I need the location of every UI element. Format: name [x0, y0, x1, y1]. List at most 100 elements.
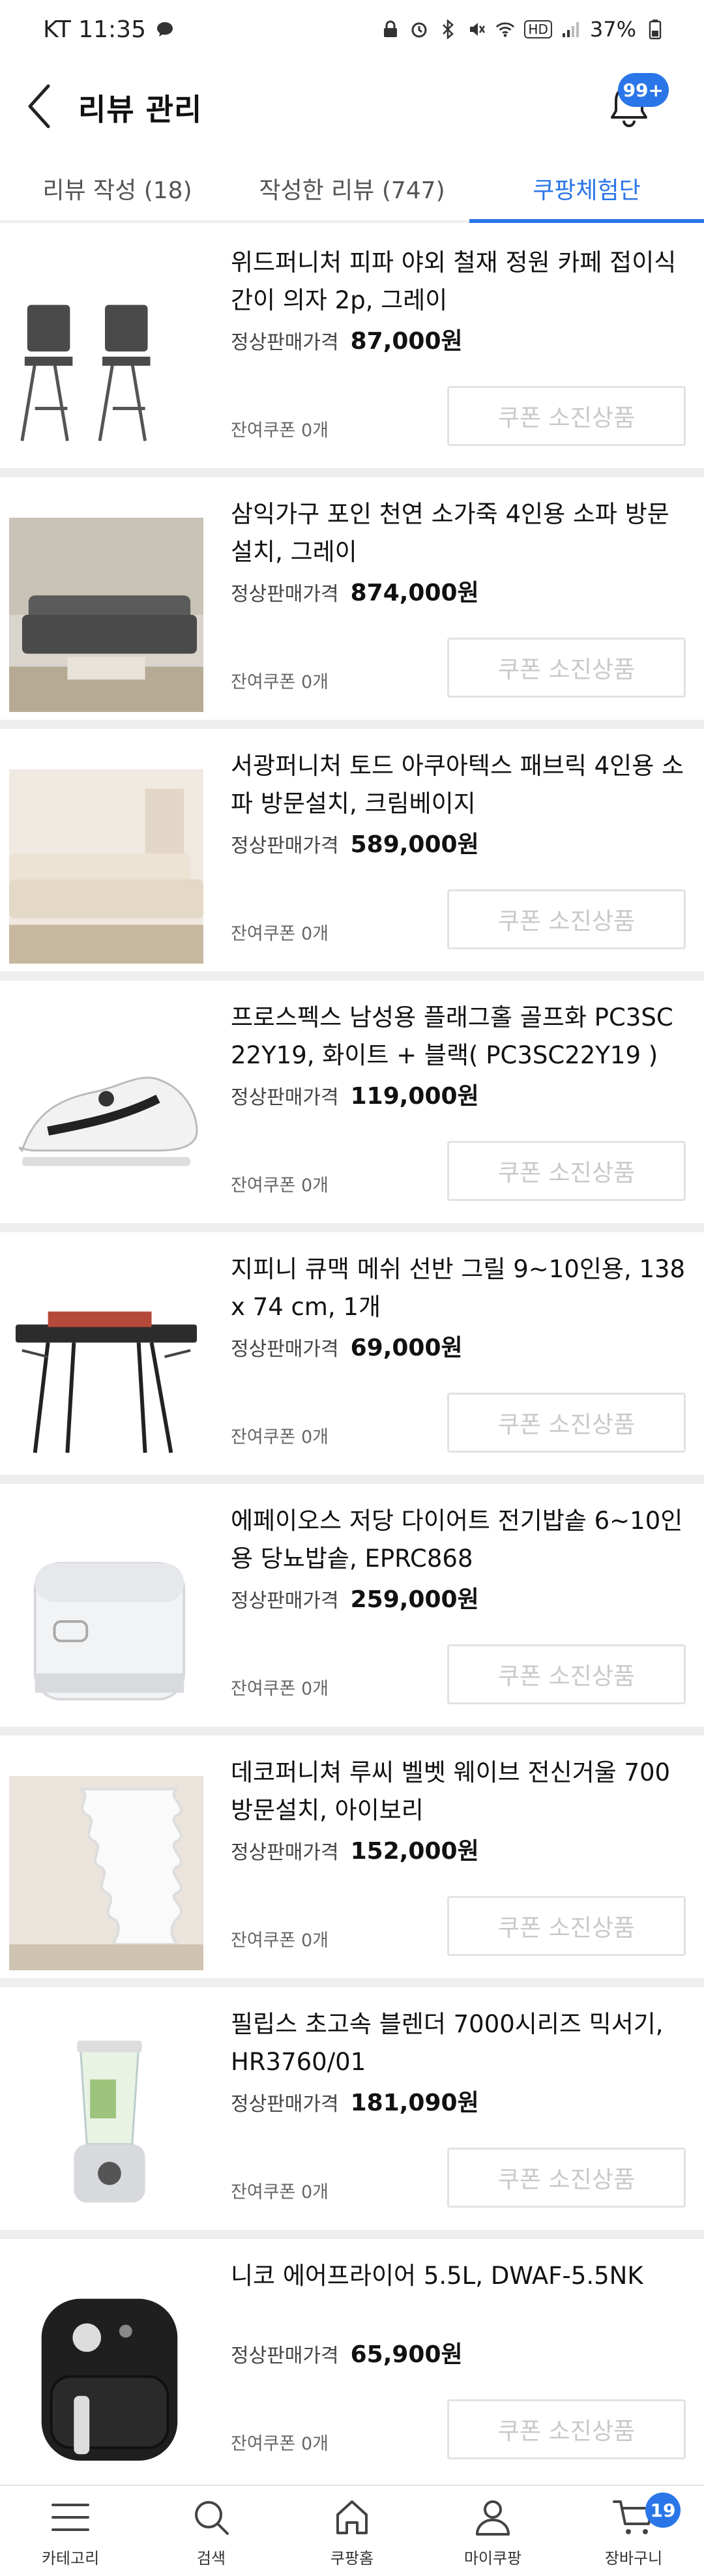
product-card[interactable]: 에페이오스 저당 다이어트 전기밥솥 6~10인용 당뇨밥솥, EPRC868 정…	[0, 1484, 704, 1726]
coupon-exhausted-button[interactable]: 쿠폰 소진상품	[447, 2399, 686, 2459]
bottom-navigation: 카테고리 검색 쿠팡홈 마이쿠팡 장바구니 19	[0, 2485, 704, 2576]
remaining-coupon-text: 잔여쿠폰 0개	[231, 421, 329, 441]
nav-my-coupang[interactable]: 마이쿠팡	[422, 2486, 563, 2576]
product-name[interactable]: 삼익가구 포인 천연 소가죽 4인용 소파 방문설치, 그레이	[231, 496, 687, 571]
price-label: 정상판매가격	[231, 1841, 339, 1864]
status-carrier-time: KT 11:35	[43, 16, 146, 43]
coupon-exhausted-button[interactable]: 쿠폰 소진상품	[447, 1644, 686, 1704]
notification-button[interactable]: 99+	[593, 72, 669, 143]
tab-experience-group[interactable]: 쿠팡체험단	[469, 156, 704, 223]
product-thumbnail[interactable]	[9, 2028, 203, 2222]
product-name[interactable]: 데코퍼니쳐 루씨 벨벳 웨이브 전신거울 700 방문설치, 아이보리	[231, 1754, 687, 1829]
product-name[interactable]: 서광퍼니처 토드 아쿠아텍스 패브릭 4인용 소파 방문설치, 크림베이지	[231, 747, 687, 823]
product-card[interactable]: 데코퍼니쳐 루씨 벨벳 웨이브 전신거울 700 방문설치, 아이보리정상판매가…	[0, 1736, 704, 1978]
status-left: KT 11:35	[43, 16, 175, 43]
product-name[interactable]: 에페이오스 저당 다이어트 전기밥솥 6~10인용 당뇨밥솥, EPRC868	[231, 1502, 687, 1578]
price-label: 정상판매가격	[231, 1086, 339, 1109]
page-title: 리뷰 관리	[78, 92, 203, 127]
product-price-row: 정상판매가격 69,000원	[231, 1329, 463, 1363]
remaining-coupon-text: 잔여쿠폰 0개	[231, 1931, 329, 1951]
review-tabs: 리뷰 작성 (18) 작성한 리뷰 (747) 쿠팡체험단	[0, 156, 704, 223]
bluetooth-icon	[438, 20, 458, 39]
product-price: 874,000원	[350, 580, 479, 606]
hd-indicator: HD	[524, 20, 552, 38]
app-header: 리뷰 관리 99+	[0, 59, 704, 156]
coupon-exhausted-button[interactable]: 쿠폰 소진상품	[447, 2148, 686, 2208]
tab-written-reviews[interactable]: 작성한 리뷰 (747)	[235, 156, 469, 220]
product-card[interactable]: 필립스 초고속 블렌더 7000시리즈 믹서기, HR3760/01 정상판매가격…	[0, 1987, 704, 2230]
coupon-exhausted-button[interactable]: 쿠폰 소진상품	[447, 638, 686, 698]
product-thumbnail[interactable]	[9, 1524, 203, 1719]
remaining-coupon-text: 잔여쿠폰 0개	[231, 672, 329, 692]
mute-icon	[467, 20, 486, 39]
product-thumbnail[interactable]	[9, 1776, 203, 1970]
battery-percent: 37%	[589, 17, 636, 42]
lock-icon	[381, 20, 400, 39]
product-thumbnail[interactable]	[9, 266, 203, 460]
product-price-row: 정상판매가격 874,000원	[231, 574, 479, 608]
product-price-row: 정상판매가격 181,090원	[231, 2084, 479, 2118]
price-label: 정상판매가격	[231, 1338, 339, 1361]
product-price: 259,000원	[350, 1586, 479, 1613]
product-separator	[0, 720, 704, 729]
product-price: 589,000원	[350, 831, 479, 858]
product-price: 181,090원	[350, 2090, 479, 2116]
product-thumbnail[interactable]	[9, 518, 203, 712]
remaining-coupon-text: 잔여쿠폰 0개	[231, 2434, 329, 2454]
status-bar: KT 11:35 HD 37%	[0, 0, 704, 59]
price-label: 정상판매가격	[231, 583, 339, 606]
product-separator	[0, 2230, 704, 2239]
price-label: 정상판매가격	[231, 2093, 339, 2116]
coupon-exhausted-button[interactable]: 쿠폰 소진상품	[447, 1141, 686, 1201]
product-card[interactable]: 지피니 큐맥 메쉬 선반 그릴 9~10인용, 138 x 74 cm, 1개 정…	[0, 1232, 704, 1475]
signal-icon	[561, 20, 581, 39]
cart-badge: 19	[645, 2493, 681, 2528]
product-thumbnail[interactable]	[9, 2279, 203, 2474]
product-thumbnail[interactable]	[9, 769, 203, 964]
product-thumbnail[interactable]	[9, 1021, 203, 1215]
user-icon	[470, 2495, 516, 2540]
product-name[interactable]: 위드퍼니처 피파 야외 철재 정원 카페 접이식 간이 의자 2p, 그레이	[231, 244, 687, 319]
product-price: 152,000원	[350, 1838, 479, 1865]
price-label: 정상판매가격	[231, 1590, 339, 1612]
chevron-left-icon	[26, 83, 52, 132]
coupon-exhausted-button[interactable]: 쿠폰 소진상품	[447, 386, 686, 446]
product-separator	[0, 1475, 704, 1484]
coupon-exhausted-button[interactable]: 쿠폰 소진상품	[447, 1896, 686, 1956]
product-price: 65,900원	[350, 2341, 463, 2368]
product-card[interactable]: 서광퍼니처 토드 아쿠아텍스 패브릭 4인용 소파 방문설치, 크림베이지 정상판…	[0, 729, 704, 971]
nav-label: 카테고리	[41, 2549, 100, 2568]
product-price-row: 정상판매가격 589,000원	[231, 825, 479, 859]
nav-category[interactable]: 카테고리	[0, 2486, 141, 2576]
back-button[interactable]	[0, 59, 78, 156]
tab-write-review[interactable]: 리뷰 작성 (18)	[0, 156, 235, 220]
coupon-exhausted-button[interactable]: 쿠폰 소진상품	[447, 889, 686, 949]
nav-home[interactable]: 쿠팡홈	[282, 2486, 422, 2576]
product-name[interactable]: 지피니 큐맥 메쉬 선반 그릴 9~10인용, 138 x 74 cm, 1개	[231, 1251, 687, 1326]
nav-label: 쿠팡홈	[330, 2549, 374, 2568]
product-thumbnail[interactable]	[9, 1273, 203, 1467]
search-icon	[188, 2495, 234, 2540]
menu-icon	[48, 2495, 93, 2540]
nav-search[interactable]: 검색	[141, 2486, 282, 2576]
product-card[interactable]: 삼익가구 포인 천연 소가죽 4인용 소파 방문설치, 그레이정상판매가격 874…	[0, 477, 704, 720]
product-name[interactable]: 프로스펙스 남성용 플래그홀 골프화 PC3SC22Y19, 화이트 + 블랙(…	[231, 999, 687, 1074]
price-label: 정상판매가격	[231, 2345, 339, 2367]
product-separator	[0, 971, 704, 981]
product-price-row: 정상판매가격 119,000원	[231, 1077, 479, 1111]
wifi-icon	[495, 20, 515, 39]
product-separator	[0, 468, 704, 477]
product-card[interactable]: 니코 에어프라이어 5.5L, DWAF-5.5NK 정상판매가격 65,900원잔…	[0, 2239, 704, 2481]
battery-icon	[645, 20, 665, 40]
product-name[interactable]: 니코 에어프라이어 5.5L, DWAF-5.5NK	[231, 2257, 687, 2295]
product-separator	[0, 1978, 704, 1987]
product-price: 87,000원	[350, 328, 463, 355]
product-name[interactable]: 필립스 초고속 블렌더 7000시리즈 믹서기, HR3760/01	[231, 2006, 687, 2081]
product-card[interactable]: 프로스펙스 남성용 플래그홀 골프화 PC3SC22Y19, 화이트 + 블랙(…	[0, 981, 704, 1223]
nav-cart[interactable]: 장바구니 19	[563, 2486, 704, 2576]
product-card[interactable]: 위드퍼니처 피파 야외 철재 정원 카페 접이식 간이 의자 2p, 그레이 정상…	[0, 226, 704, 468]
coupon-exhausted-button[interactable]: 쿠폰 소진상품	[447, 1393, 686, 1453]
remaining-coupon-text: 잔여쿠폰 0개	[231, 1176, 329, 1196]
chat-bubble-icon	[155, 20, 175, 39]
nav-label: 검색	[196, 2549, 226, 2568]
